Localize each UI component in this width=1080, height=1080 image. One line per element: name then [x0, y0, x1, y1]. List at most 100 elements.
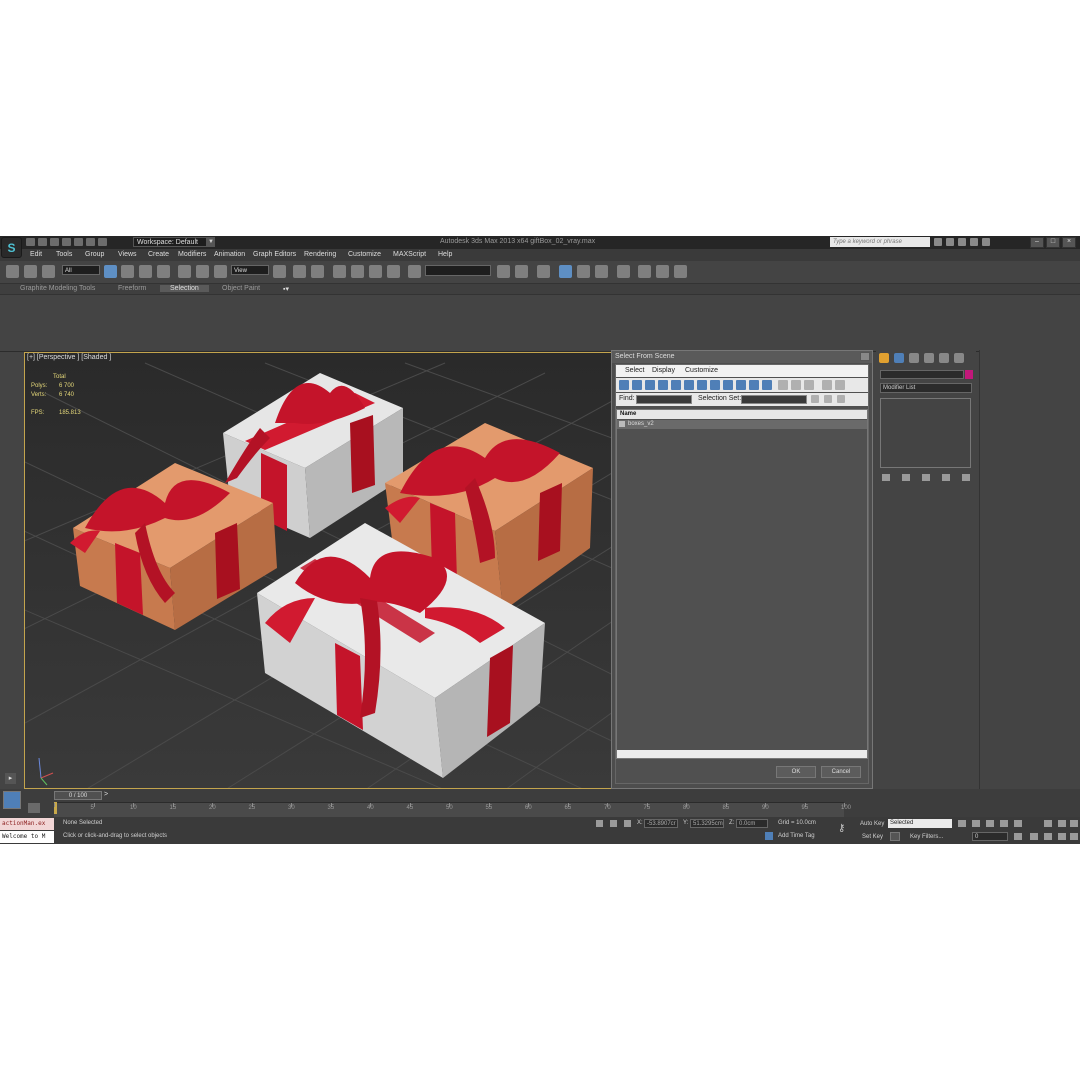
scene-object-list[interactable]: Name boxes_v2 — [616, 409, 868, 759]
modifier-stack[interactable] — [880, 398, 971, 468]
display-containers-icon[interactable] — [736, 380, 746, 390]
display-helpers-icon[interactable] — [671, 380, 681, 390]
x-coord-field[interactable]: -53.8907cr — [644, 819, 678, 828]
unlink-icon[interactable] — [24, 265, 37, 278]
list-column-name[interactable]: Name — [617, 410, 867, 419]
display-hidden-icon[interactable] — [762, 380, 772, 390]
select-all-icon[interactable] — [778, 380, 788, 390]
tab-selection[interactable]: Selection — [160, 285, 209, 292]
menu-customize[interactable]: Customize — [348, 251, 381, 258]
layer-manager-icon[interactable] — [537, 265, 550, 278]
window-crossing-icon[interactable] — [157, 265, 170, 278]
utilities-tab-icon[interactable] — [954, 353, 964, 363]
menu-rendering[interactable]: Rendering — [304, 251, 336, 258]
save-file-icon[interactable] — [50, 238, 59, 246]
selection-set-dropdown[interactable] — [741, 395, 807, 404]
maximize-button[interactable]: □ — [1046, 237, 1060, 248]
percent-snap-icon[interactable] — [369, 265, 382, 278]
menu-modifiers[interactable]: Modifiers — [178, 251, 206, 258]
tab-graphite-modeling-tools[interactable]: Graphite Modeling Tools — [20, 285, 95, 292]
go-to-start-icon[interactable] — [958, 820, 966, 827]
time-configuration-icon[interactable] — [1030, 833, 1038, 840]
maxscript-listener-line2[interactable]: Welcome to M — [0, 831, 54, 843]
select-and-link-icon[interactable] — [6, 265, 19, 278]
menu-help[interactable]: Help — [438, 251, 452, 258]
bind-space-warp-icon[interactable] — [42, 265, 55, 278]
display-tab-icon[interactable] — [939, 353, 949, 363]
y-coord-field[interactable]: 51.3295cm — [690, 819, 724, 828]
previous-frame-icon[interactable] — [972, 820, 980, 827]
maximize-viewport-icon[interactable] — [1070, 833, 1078, 840]
move-icon[interactable] — [178, 265, 191, 278]
object-name-field[interactable] — [880, 370, 964, 379]
close-button[interactable]: × — [1062, 237, 1076, 248]
hierarchy-tab-icon[interactable] — [909, 353, 919, 363]
menu-group[interactable]: Group — [85, 251, 104, 258]
curve-editor-icon[interactable] — [577, 265, 590, 278]
select-by-name-icon[interactable] — [121, 265, 134, 278]
workspace-dropdown[interactable]: Workspace: Default — [133, 237, 207, 247]
workspace-dropdown-arrow-icon[interactable]: ▼ — [207, 237, 215, 247]
help-search-input[interactable]: Type a keyword or phrase — [830, 237, 930, 247]
list-item[interactable]: boxes_v2 — [617, 420, 867, 429]
remove-modifier-icon[interactable] — [942, 474, 950, 481]
select-object-icon[interactable] — [104, 265, 117, 278]
viewport-label[interactable]: [+] [Perspective ] [Shaded ] — [27, 354, 111, 361]
track-bar-icon[interactable] — [28, 803, 40, 813]
new-file-icon[interactable] — [26, 238, 35, 246]
orbit-icon[interactable] — [1058, 833, 1066, 840]
object-color-swatch[interactable] — [965, 370, 973, 379]
display-frozen-icon[interactable] — [749, 380, 759, 390]
time-slider-next-icon[interactable]: > — [104, 791, 108, 798]
align-icon[interactable] — [515, 265, 528, 278]
time-slider[interactable]: 0 / 100 — [54, 791, 102, 800]
configure-modifier-sets-icon[interactable] — [962, 474, 970, 481]
mirror-icon[interactable] — [497, 265, 510, 278]
tab-freeform[interactable]: Freeform — [118, 285, 146, 292]
selection-filter-dropdown[interactable]: All — [62, 265, 100, 275]
key-mode-toggle-icon[interactable] — [1014, 833, 1022, 840]
next-frame-icon[interactable] — [1000, 820, 1008, 827]
zoom-extents-icon[interactable] — [1070, 820, 1078, 827]
play-icon[interactable] — [986, 820, 994, 827]
select-invert-icon[interactable] — [804, 380, 814, 390]
set-key-button[interactable]: Set Key — [862, 834, 883, 840]
material-editor-icon[interactable] — [617, 265, 630, 278]
named-selection-set-dropdown[interactable] — [425, 265, 491, 276]
display-cameras-icon[interactable] — [658, 380, 668, 390]
find-case-icon[interactable] — [837, 395, 845, 403]
hierarchy-icon[interactable] — [824, 395, 832, 403]
make-unique-icon[interactable] — [922, 474, 930, 481]
keyboard-shortcut-toggle-icon[interactable] — [311, 265, 324, 278]
spinner-snap-icon[interactable] — [387, 265, 400, 278]
menu-animation[interactable]: Animation — [214, 251, 245, 258]
modify-tab-icon[interactable] — [894, 353, 904, 363]
default-tangents-icon[interactable] — [890, 832, 900, 841]
dialog-menu-display[interactable]: Display — [652, 367, 675, 374]
display-lights-icon[interactable] — [645, 380, 655, 390]
menu-graph-editors[interactable]: Graph Editors — [253, 251, 296, 258]
minimize-button[interactable]: – — [1030, 237, 1044, 248]
horizontal-scrollbar[interactable] — [617, 750, 867, 758]
subscription-icon[interactable] — [946, 238, 954, 246]
graphite-toggle-icon[interactable] — [559, 265, 572, 278]
show-end-result-icon[interactable] — [902, 474, 910, 481]
dialog-title[interactable]: Select From Scene — [612, 351, 872, 363]
rectangular-selection-icon[interactable] — [139, 265, 152, 278]
display-shapes-icon[interactable] — [632, 380, 642, 390]
communication-icon[interactable] — [958, 238, 966, 246]
find-input[interactable] — [636, 395, 692, 404]
pin-stack-icon[interactable] — [882, 474, 890, 481]
z-coord-field[interactable]: 0.0cm — [736, 819, 768, 828]
tab-object-paint[interactable]: Object Paint — [222, 285, 260, 292]
application-logo-icon[interactable]: S — [1, 237, 22, 258]
open-file-icon[interactable] — [38, 238, 47, 246]
absolute-offset-icon[interactable] — [624, 820, 631, 827]
isolate-selection-icon[interactable] — [596, 820, 603, 827]
motion-tab-icon[interactable] — [924, 353, 934, 363]
display-geometry-icon[interactable] — [619, 380, 629, 390]
pivot-center-icon[interactable] — [273, 265, 286, 278]
angle-snap-icon[interactable] — [351, 265, 364, 278]
mini-curve-editor-icon[interactable] — [3, 791, 21, 809]
menu-create[interactable]: Create — [148, 251, 169, 258]
